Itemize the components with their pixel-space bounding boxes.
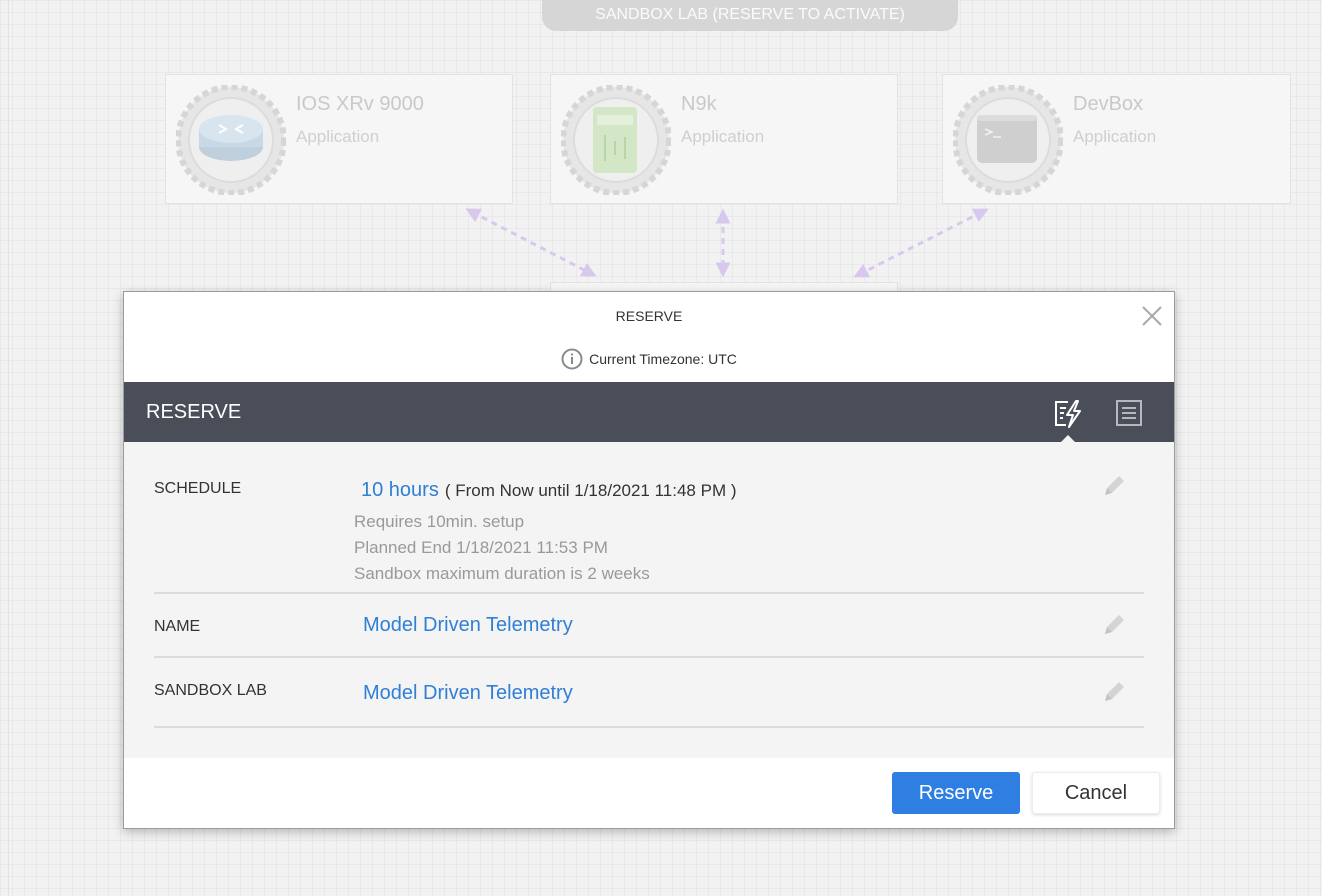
edit-sandbox-lab-icon[interactable]: [1100, 678, 1128, 706]
timezone-text: Current Timezone: UTC: [589, 351, 737, 367]
node-title: DevBox: [1073, 93, 1144, 115]
link-line-devbox: [853, 208, 989, 278]
node-subtitle: Application: [681, 127, 765, 146]
name-row: NAME Model Driven Telemetry: [154, 594, 1144, 658]
reserve-button[interactable]: Reserve: [892, 772, 1020, 814]
terminal-icon: [953, 85, 1063, 195]
node-subtitle: Application: [296, 127, 380, 146]
modal-footer: Reserve Cancel: [124, 758, 1174, 828]
edit-schedule-icon[interactable]: [1100, 472, 1128, 500]
list-view-icon[interactable]: [1114, 398, 1144, 428]
reserve-section-bar: RESERVE: [124, 382, 1174, 442]
node-devbox[interactable]: DevBox Application: [942, 74, 1291, 204]
quick-reserve-icon[interactable]: [1052, 398, 1082, 428]
planned-end-note: Planned End 1/18/2021 11:53 PM: [354, 538, 608, 557]
schedule-row: SCHEDULE 10 hours ( From Now until 1/18/2…: [154, 442, 1144, 594]
reserve-modal: RESERVE Current Timezone: UTC RESERVE SC…: [123, 291, 1175, 829]
switch-icon: [561, 85, 671, 195]
timezone-indicator: Current Timezone: UTC: [124, 348, 1174, 370]
modal-header: RESERVE Current Timezone: UTC: [124, 292, 1174, 382]
max-duration-note: Sandbox maximum duration is 2 weeks: [354, 564, 650, 583]
name-value[interactable]: Model Driven Telemetry: [363, 614, 573, 637]
modal-title: RESERVE: [615, 308, 683, 324]
section-title: RESERVE: [146, 401, 242, 423]
cancel-button[interactable]: Cancel: [1032, 772, 1160, 814]
schedule-range: ( From Now until 1/18/2021 11:48 PM ): [444, 481, 737, 500]
router-icon: [176, 85, 286, 195]
name-label: NAME: [154, 618, 201, 635]
setup-note: Requires 10min. setup: [354, 512, 525, 531]
info-icon: [561, 348, 583, 370]
schedule-value: 10 hours ( From Now until 1/18/2021 11:48…: [361, 479, 737, 502]
schedule-label: SCHEDULE: [154, 480, 242, 497]
link-line-xrv: [465, 208, 597, 277]
node-n9k[interactable]: N9k Application: [550, 74, 898, 204]
node-title: IOS XRv 9000: [296, 93, 424, 115]
close-icon[interactable]: [1140, 304, 1164, 328]
node-title: N9k: [681, 93, 717, 115]
edit-name-icon[interactable]: [1100, 611, 1128, 639]
sandbox-lab-value[interactable]: Model Driven Telemetry: [363, 682, 573, 705]
sandbox-lab-label: SANDBOX LAB: [154, 682, 267, 699]
node-subtitle: Application: [1073, 127, 1157, 146]
node-ios-xrv-9000[interactable]: IOS XRv 9000 Application: [165, 74, 513, 204]
duration-link[interactable]: 10 hours: [361, 479, 439, 501]
sandbox-lab-row: SANDBOX LAB Model Driven Telemetry: [154, 658, 1144, 728]
